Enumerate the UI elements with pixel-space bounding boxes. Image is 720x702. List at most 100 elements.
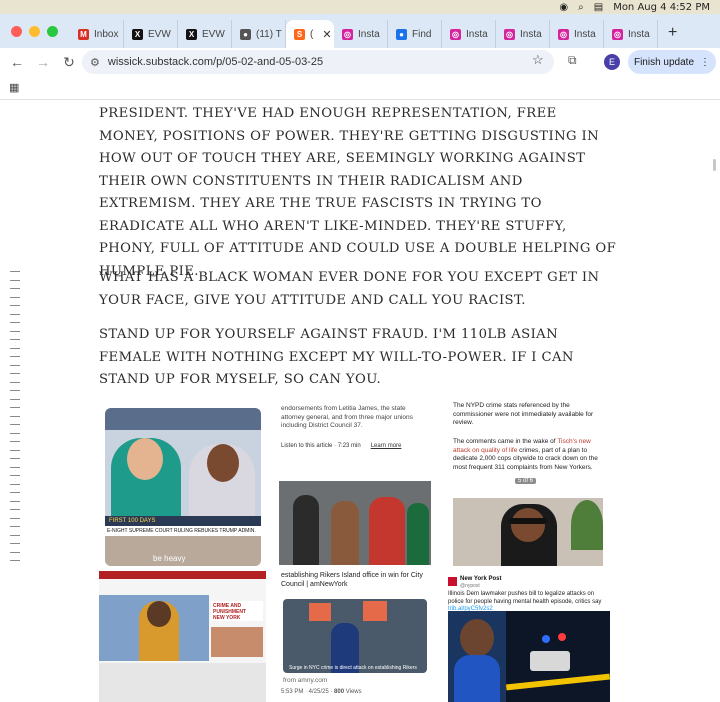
apps-grid-icon[interactable]: ▦ (9, 81, 19, 94)
tab-favicon-icon: M (78, 28, 89, 40)
control-center-icon[interactable]: ▤ (594, 2, 603, 13)
nypost-name: New York Post (460, 576, 502, 582)
tab-label: Insta (574, 28, 596, 40)
toc-line (10, 483, 20, 485)
tab-label: EVW (202, 28, 225, 40)
browser-tab[interactable]: M Inbox (70, 20, 124, 48)
learn-more-link[interactable]: Learn more (371, 443, 402, 449)
address-bar[interactable]: ⚙ wissick.substack.com/p/05-02-and-05-03… (82, 50, 554, 74)
zoom-window-button[interactable] (47, 25, 58, 37)
browser-tab[interactable]: X EVW (124, 20, 178, 48)
toc-line (10, 364, 20, 366)
tab-favicon-icon: ◎ (342, 28, 353, 40)
search-icon[interactable]: ⌕ (578, 2, 584, 13)
tab-strip: M Inbox X EVW X EVW ● (11) T S (✕ ◎ Insta ● Find ◎ Inst… (0, 14, 720, 48)
browser-tab[interactable]: S ( ✕ (286, 20, 334, 48)
browser-tab[interactable]: X EVW (178, 20, 232, 48)
nypd-article-screenshot[interactable]: The NYPD crime stats referenced by the c… (451, 400, 609, 566)
close-window-button[interactable] (11, 25, 22, 37)
toc-line (10, 390, 20, 391)
toc-line (10, 381, 20, 383)
window-controls (0, 25, 70, 37)
tab-label: Insta (520, 28, 542, 40)
browser-tab[interactable]: ● (11) T (232, 20, 286, 48)
close-tab-icon[interactable]: ✕ (322, 28, 331, 41)
toc-line (10, 356, 20, 357)
article-paragraph-1: President. They've had enough representa… (99, 106, 617, 279)
toc-line (10, 271, 20, 272)
browser-tab[interactable]: ◎ Insta (550, 20, 604, 48)
toc-line (10, 322, 20, 323)
tab-favicon-icon: ● (240, 28, 251, 40)
toc-line (10, 517, 20, 519)
wifi-icon[interactable]: ◉ (559, 2, 568, 13)
tab-favicon-icon: ◎ (612, 28, 623, 40)
browser-tab[interactable]: ◎ Insta (334, 20, 388, 48)
more-menu-icon[interactable]: ⋮ (700, 57, 710, 68)
toc-line (10, 313, 20, 315)
tab-favicon-icon: S (294, 28, 305, 40)
bookmarks-bar: ▦ (0, 76, 720, 100)
crime-header: CRIME AND PUNISHMENT NEW YORK (211, 601, 263, 621)
tab-label: Insta (466, 28, 488, 40)
table-of-contents-marker[interactable] (10, 271, 22, 569)
toc-line (10, 424, 20, 425)
bookmark-star-icon[interactable]: ☆ (532, 52, 544, 68)
toc-line (10, 347, 20, 349)
site-info-icon[interactable]: ⚙ (90, 56, 100, 69)
tab-label: (11) T (256, 28, 282, 40)
tab-label: EVW (148, 28, 171, 40)
tv-overlay-text: be heavy (153, 554, 186, 563)
tab-favicon-icon: ◎ (450, 28, 461, 40)
browser-tab[interactable]: ◎ Insta (496, 20, 550, 48)
tab-label: Insta (628, 28, 650, 40)
menubar-datetime[interactable]: Mon Aug 4 4:52 PM (613, 2, 710, 13)
tab-label: Insta (358, 28, 380, 40)
macos-menubar: ◉ ⌕ ▤ Mon Aug 4 4:52 PM (0, 0, 720, 14)
tab-favicon-icon: X (132, 28, 143, 40)
forward-button[interactable]: → (30, 54, 56, 70)
toc-line (10, 492, 20, 493)
url-text[interactable]: wissick.substack.com/p/05-02-and-05-03-2… (108, 56, 323, 68)
back-button[interactable]: ← (4, 54, 30, 70)
tab-label: Find (412, 28, 432, 40)
tab-favicon-icon: ● (396, 28, 407, 40)
tweet-meta: 5:53 PM · 4/25/25 · 800 Views (281, 689, 362, 695)
toc-line (10, 526, 20, 527)
scrollbar-thumb[interactable] (713, 159, 716, 171)
toc-line (10, 415, 20, 417)
profile-avatar[interactable]: E (604, 54, 620, 70)
toc-line (10, 500, 20, 502)
toc-line (10, 279, 20, 281)
toc-line (10, 534, 20, 536)
photo-counter: 5 of 6 (515, 478, 537, 484)
reload-button[interactable]: ↻ (56, 54, 82, 71)
cast-icon[interactable]: ⧉ (568, 53, 577, 68)
tv-news-screenshot[interactable]: FIRST 100 DAYS E-NIGHT SUPREME COURT RUL… (105, 408, 261, 566)
toc-line (10, 466, 20, 468)
tab-label: ( (310, 28, 314, 40)
new-tab-button[interactable]: + (658, 24, 687, 42)
tab-favicon-icon: ◎ (558, 28, 569, 40)
browser-tab[interactable]: ● Find (388, 20, 442, 48)
listen-label[interactable]: Listen to this article · 7:23 min (281, 443, 361, 449)
tweet-image-screenshot[interactable]: CRIME AND PUNISHMENT NEW YORK (99, 571, 266, 702)
toc-line (10, 551, 20, 553)
nypost-handle: @nypost (460, 583, 480, 589)
browser-tab[interactable]: ◎ Insta (442, 20, 496, 48)
article-paragraph-3: Stand up for yourself against fraud. I'm… (99, 327, 574, 387)
toc-line (10, 330, 20, 332)
toc-line (10, 475, 20, 476)
toc-line (10, 441, 20, 442)
rally-image-screenshot[interactable]: establishing Rikers Island office in win… (279, 571, 431, 702)
chyron-top: FIRST 100 DAYS (105, 516, 261, 526)
finish-update-button[interactable]: Finish update ⋮ (628, 50, 716, 74)
toc-line (10, 407, 20, 408)
tab-label: Inbox (94, 28, 119, 40)
news-article-screenshot[interactable]: endorsements from Letitia James, the sta… (279, 403, 431, 565)
nypost-tweet-screenshot[interactable]: New York Post @nypost Illinois Dem lawma… (446, 575, 610, 702)
minimize-window-button[interactable] (29, 25, 40, 37)
toc-line (10, 288, 20, 289)
rally-caption: Surge in NYC crime is direct attack on e… (289, 665, 417, 671)
browser-tab[interactable]: ◎ Insta (604, 20, 658, 48)
